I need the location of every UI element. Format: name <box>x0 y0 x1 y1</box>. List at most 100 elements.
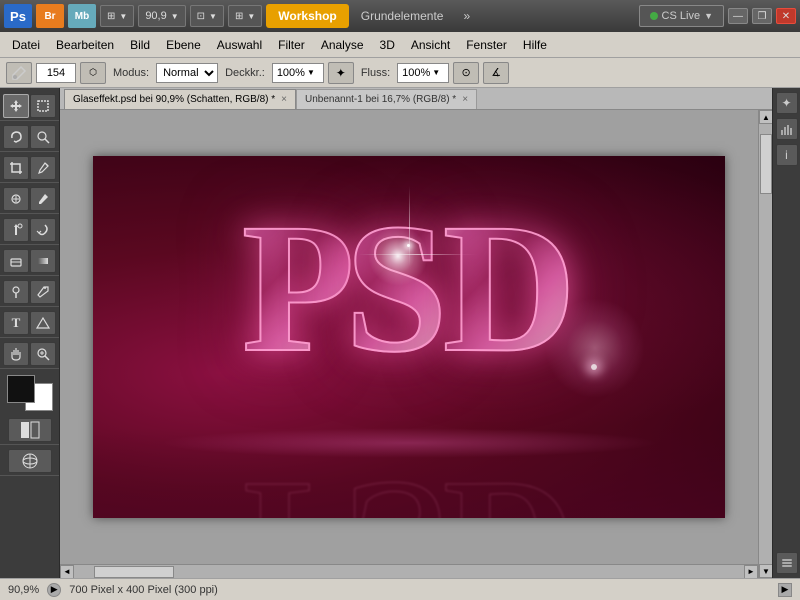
brush-tool-icon[interactable] <box>6 62 32 84</box>
arrange-dropdown[interactable]: ⊞▼ <box>100 5 134 27</box>
menu-ebene[interactable]: Ebene <box>158 35 209 55</box>
h-scroll-right-button[interactable]: ► <box>744 565 758 579</box>
tab-glaseffekt[interactable]: Glaseffekt.psd bei 90,9% (Schatten, RGB/… <box>64 89 296 109</box>
status-size: 700 Pixel x 400 Pixel (300 ppi) <box>69 584 770 596</box>
menu-hilfe[interactable]: Hilfe <box>515 35 555 55</box>
menu-analyse[interactable]: Analyse <box>313 35 372 55</box>
tab-bar: Glaseffekt.psd bei 90,9% (Schatten, RGB/… <box>60 88 772 110</box>
flow-label: Fluss: <box>358 67 393 79</box>
brush-tool[interactable] <box>30 187 56 211</box>
opacity-value-box[interactable]: 100% ▼ <box>272 63 324 83</box>
menu-auswahl[interactable]: Auswahl <box>209 35 270 55</box>
hand-tool[interactable] <box>3 342 29 366</box>
v-scroll-track <box>759 124 772 564</box>
flow-value: 100% <box>402 67 430 79</box>
status-zoom: 90,9% <box>8 584 39 596</box>
title-bar: Ps Br Mb ⊞▼ 90,9 ▼ ⊡▼ ⊞▼ Workshop Grunde… <box>0 0 800 32</box>
extras-dropdown[interactable]: ⊞▼ <box>228 5 262 27</box>
eraser-tool[interactable] <box>3 249 29 273</box>
h-scroll-left-button[interactable]: ◄ <box>60 565 74 579</box>
dodge-tool-group <box>0 278 59 307</box>
stamp-tool[interactable] <box>3 218 29 242</box>
workspace-button[interactable]: Workshop <box>266 4 348 28</box>
psd-canvas: P S <box>93 156 725 518</box>
panel-extras-icon[interactable]: ✦ <box>776 92 798 114</box>
history-brush-tool[interactable] <box>30 218 56 242</box>
main-area: T <box>0 88 800 578</box>
gradient-tool[interactable] <box>30 249 56 273</box>
screen-mode-dropdown[interactable]: ⊡▼ <box>190 5 224 27</box>
panel-layers-icon[interactable] <box>776 552 798 574</box>
brush-angle-icon[interactable]: ∡ <box>483 62 509 84</box>
br-icon[interactable]: Br <box>36 4 64 28</box>
move-tool[interactable] <box>3 94 29 118</box>
restore-button[interactable]: ❐ <box>752 8 772 24</box>
tab-unbenannt-close[interactable]: × <box>462 94 468 105</box>
menu-3d[interactable]: 3D <box>372 35 403 55</box>
crop-tool[interactable] <box>3 156 29 180</box>
tab-glaseffekt-label: Glaseffekt.psd bei 90,9% (Schatten, RGB/… <box>73 94 275 105</box>
mode-label: Modus: <box>110 67 152 79</box>
text-tool[interactable]: T <box>3 311 29 335</box>
menu-bearbeiten[interactable]: Bearbeiten <box>48 35 122 55</box>
zoom-dropdown[interactable]: 90,9 ▼ <box>138 5 185 27</box>
quick-mask-tool[interactable] <box>8 418 52 442</box>
3d-mode-group <box>0 447 59 476</box>
close-button[interactable]: ✕ <box>776 8 796 24</box>
airbrush-icon[interactable]: ✦ <box>328 62 354 84</box>
mode-select[interactable]: Normal <box>156 63 218 83</box>
h-scroll-thumb[interactable] <box>94 566 174 578</box>
tab-unbenannt[interactable]: Unbenannt-1 bei 16,7% (RGB/8) * × <box>296 89 477 109</box>
v-scroll-up-button[interactable]: ▲ <box>759 110 772 124</box>
status-info-icon[interactable]: ▶ <box>47 583 61 597</box>
right-panel: ✦ i <box>772 88 800 578</box>
zoom-value: 90,9 <box>145 10 166 22</box>
menu-ansicht[interactable]: Ansicht <box>403 35 458 55</box>
menu-filter[interactable]: Filter <box>270 35 313 55</box>
brush-size-box[interactable]: 154 <box>36 63 76 83</box>
mb-icon[interactable]: Mb <box>68 4 96 28</box>
stylus-pressure-icon[interactable]: ⊙ <box>453 62 479 84</box>
quick-select-tool[interactable] <box>30 125 56 149</box>
healing-tool[interactable] <box>3 187 29 211</box>
hand-tool-group <box>0 340 59 369</box>
grundelemente-label[interactable]: Grundelemente <box>353 9 452 23</box>
menu-datei[interactable]: Datei <box>4 35 48 55</box>
ps-icon: Ps <box>4 4 32 28</box>
3d-mode-tool[interactable] <box>8 449 52 473</box>
flow-value-box[interactable]: 100% ▼ <box>397 63 449 83</box>
opacity-label: Deckkr.: <box>222 67 268 79</box>
canvas-wrapper[interactable]: P S <box>60 110 758 564</box>
marquee-tool[interactable] <box>30 94 56 118</box>
status-arrow-button[interactable]: ▶ <box>778 583 792 597</box>
minimize-button[interactable]: — <box>728 8 748 24</box>
v-scroll-down-button[interactable]: ▼ <box>759 564 772 578</box>
menu-bild[interactable]: Bild <box>122 35 158 55</box>
cs-live-button[interactable]: CS Live ▼ <box>639 5 724 27</box>
v-scroll-thumb[interactable] <box>760 134 772 194</box>
tab-glaseffekt-close[interactable]: × <box>281 94 287 105</box>
quick-mask-group <box>0 416 59 445</box>
more-workspaces-label[interactable]: » <box>455 9 478 23</box>
tab-unbenannt-label: Unbenannt-1 bei 16,7% (RGB/8) * <box>305 94 456 105</box>
vertical-scrollbar: ▲ ▼ <box>758 110 772 578</box>
zoom-tool[interactable] <box>30 342 56 366</box>
canvas-scroll-area: P S <box>60 110 772 578</box>
opacity-value: 100% <box>277 67 305 79</box>
menu-fenster[interactable]: Fenster <box>458 35 515 55</box>
canvas-area: Glaseffekt.psd bei 90,9% (Schatten, RGB/… <box>60 88 772 578</box>
shape-tool[interactable] <box>30 311 56 335</box>
pen-tool[interactable] <box>30 280 56 304</box>
selection-tool-group <box>0 92 59 121</box>
left-toolbar: T <box>0 88 60 578</box>
color-swatch-area <box>7 375 53 411</box>
eyedropper-tool[interactable] <box>30 156 56 180</box>
lasso-tool[interactable] <box>3 125 29 149</box>
brush-preset-icon[interactable]: ⬡ <box>80 62 106 84</box>
dodge-tool[interactable] <box>3 280 29 304</box>
menu-bar: Datei Bearbeiten Bild Ebene Auswahl Filt… <box>0 32 800 58</box>
foreground-color-swatch[interactable] <box>7 375 35 403</box>
stamp-tool-group <box>0 216 59 245</box>
panel-histogram-icon[interactable] <box>776 118 798 140</box>
panel-info-icon[interactable]: i <box>776 144 798 166</box>
